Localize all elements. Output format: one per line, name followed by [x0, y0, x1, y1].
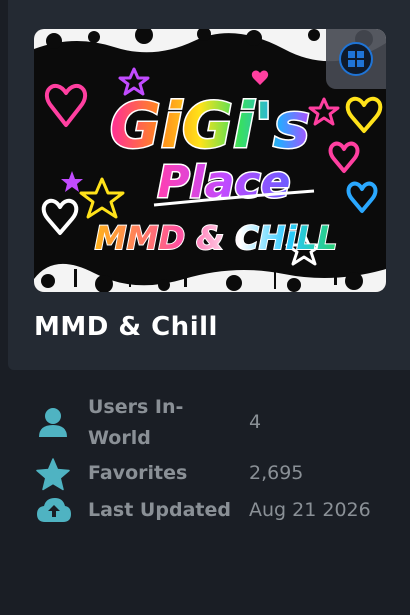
thumbnail-line3: MMD & CHiLL [95, 219, 337, 257]
user-icon [36, 406, 70, 440]
stat-value-last-updated: Aug 21 2026 [249, 499, 371, 521]
windows-icon [339, 42, 373, 76]
stat-label-users: Users In-World [88, 396, 184, 449]
star-icon [36, 458, 70, 492]
stat-value-favorites: 2,695 [249, 462, 304, 484]
thumbnail-line1: GiGi's [110, 89, 310, 162]
thumbnail-line2: Place [158, 157, 291, 208]
stat-label-favorites: Favorites [88, 462, 188, 484]
stat-label-last-updated: Last Updated [88, 499, 231, 521]
cloud-upload-icon [36, 494, 71, 528]
stat-value-users: 4 [249, 411, 262, 433]
world-title: MMD & Chill [34, 312, 218, 342]
platform-badge [326, 29, 386, 89]
